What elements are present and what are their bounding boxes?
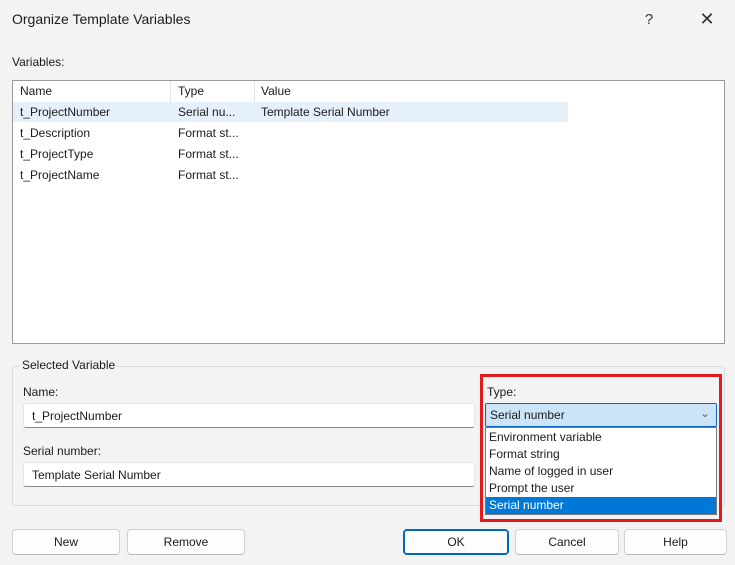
- close-button[interactable]: ✕: [690, 6, 724, 32]
- row-value-cell: Template Serial Number: [261, 105, 390, 119]
- column-separator[interactable]: [170, 81, 171, 103]
- selected-variable-group-title: Selected Variable: [20, 358, 118, 372]
- row-type-cell: Format st...: [178, 126, 239, 140]
- type-option-environment-variable[interactable]: Environment variable: [486, 429, 716, 446]
- column-header-name[interactable]: Name: [20, 84, 52, 98]
- type-option-prompt-the-user[interactable]: Prompt the user: [486, 480, 716, 497]
- serial-number-field[interactable]: Template Serial Number: [23, 462, 475, 487]
- row-type-cell: Serial nu...: [178, 105, 236, 119]
- column-header-value[interactable]: Value: [261, 84, 291, 98]
- new-button[interactable]: New: [12, 529, 120, 555]
- row-name-cell: t_ProjectType: [20, 147, 94, 161]
- type-label: Type:: [487, 385, 517, 399]
- row-name-cell: t_ProjectNumber: [20, 105, 111, 119]
- row-type-cell: Format st...: [178, 168, 239, 182]
- variables-list[interactable]: Name Type Value t_ProjectNumber Serial n…: [12, 80, 725, 344]
- column-header-type[interactable]: Type: [178, 84, 204, 98]
- name-label: Name:: [23, 385, 59, 399]
- window-title: Organize Template Variables: [12, 11, 191, 27]
- type-dropdown-list[interactable]: Environment variable Format string Name …: [485, 427, 717, 515]
- table-row[interactable]: t_Description Format st...: [13, 123, 568, 143]
- row-type-cell: Format st...: [178, 147, 239, 161]
- name-field[interactable]: t_ProjectNumber: [23, 403, 475, 428]
- remove-button[interactable]: Remove: [127, 529, 245, 555]
- table-row[interactable]: t_ProjectName Format st...: [13, 165, 568, 185]
- cancel-button[interactable]: Cancel: [515, 529, 619, 555]
- help-button[interactable]: Help: [624, 529, 727, 555]
- title-bar: Organize Template Variables ? ✕: [0, 0, 735, 38]
- row-name-cell: t_Description: [20, 126, 91, 140]
- help-title-button[interactable]: ?: [632, 6, 666, 32]
- type-dropdown-value: Serial number: [490, 408, 565, 422]
- ok-button[interactable]: OK: [403, 529, 509, 555]
- name-field-value: t_ProjectNumber: [32, 409, 123, 423]
- chevron-down-icon[interactable]: ⌄: [700, 406, 710, 420]
- row-name-cell: t_ProjectName: [20, 168, 100, 182]
- type-dropdown[interactable]: Serial number ⌄: [485, 403, 717, 427]
- table-row[interactable]: t_ProjectNumber Serial nu... Template Se…: [13, 102, 568, 122]
- table-row[interactable]: t_ProjectType Format st...: [13, 144, 568, 164]
- serial-number-field-value: Template Serial Number: [32, 468, 161, 482]
- type-option-name-of-logged-in-user[interactable]: Name of logged in user: [486, 463, 716, 480]
- serial-number-label: Serial number:: [23, 444, 102, 458]
- type-option-format-string[interactable]: Format string: [486, 446, 716, 463]
- variables-label: Variables:: [12, 55, 65, 69]
- column-separator[interactable]: [254, 81, 255, 103]
- type-option-serial-number[interactable]: Serial number: [486, 497, 716, 514]
